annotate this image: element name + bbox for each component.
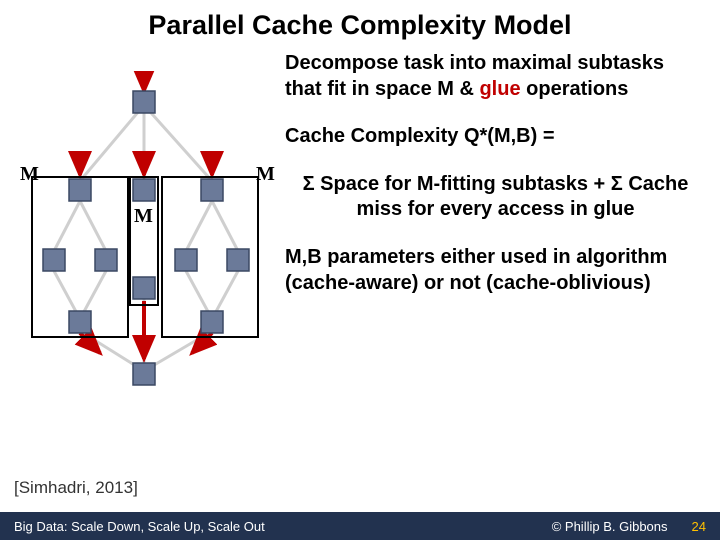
sigma-text: Σ Space for M-fitting subtasks + Σ Cache… [285, 172, 706, 223]
decompose-text: Decompose task into maximal subtasks tha… [285, 51, 706, 102]
m-label-1: M [20, 163, 39, 186]
citation: [Simhadri, 2013] [14, 478, 138, 498]
page-number: 24 [692, 519, 706, 534]
cache-complexity-line: Cache Complexity Q*(M,B) = [285, 124, 706, 150]
text-panel: Decompose task into maximal subtasks tha… [279, 51, 706, 391]
content-row: M M M Decompose task into maximal subtas… [0, 47, 720, 391]
footer-bar: Big Data: Scale Down, Scale Up, Scale Ou… [0, 512, 720, 540]
glue-word: glue [479, 78, 520, 100]
footer-copyright: © Phillip B. Gibbons [552, 519, 668, 534]
slide-title: Parallel Cache Complexity Model [0, 0, 720, 47]
m-label-3: M [256, 163, 275, 186]
m-label-2: M [134, 205, 153, 228]
params-text: M,B parameters either used in algorithm … [285, 245, 706, 296]
decompose-post: operations [521, 78, 629, 100]
dag-diagram [14, 71, 274, 391]
diagram-panel: M M M [14, 51, 279, 391]
footer-left: Big Data: Scale Down, Scale Up, Scale Ou… [14, 519, 552, 534]
